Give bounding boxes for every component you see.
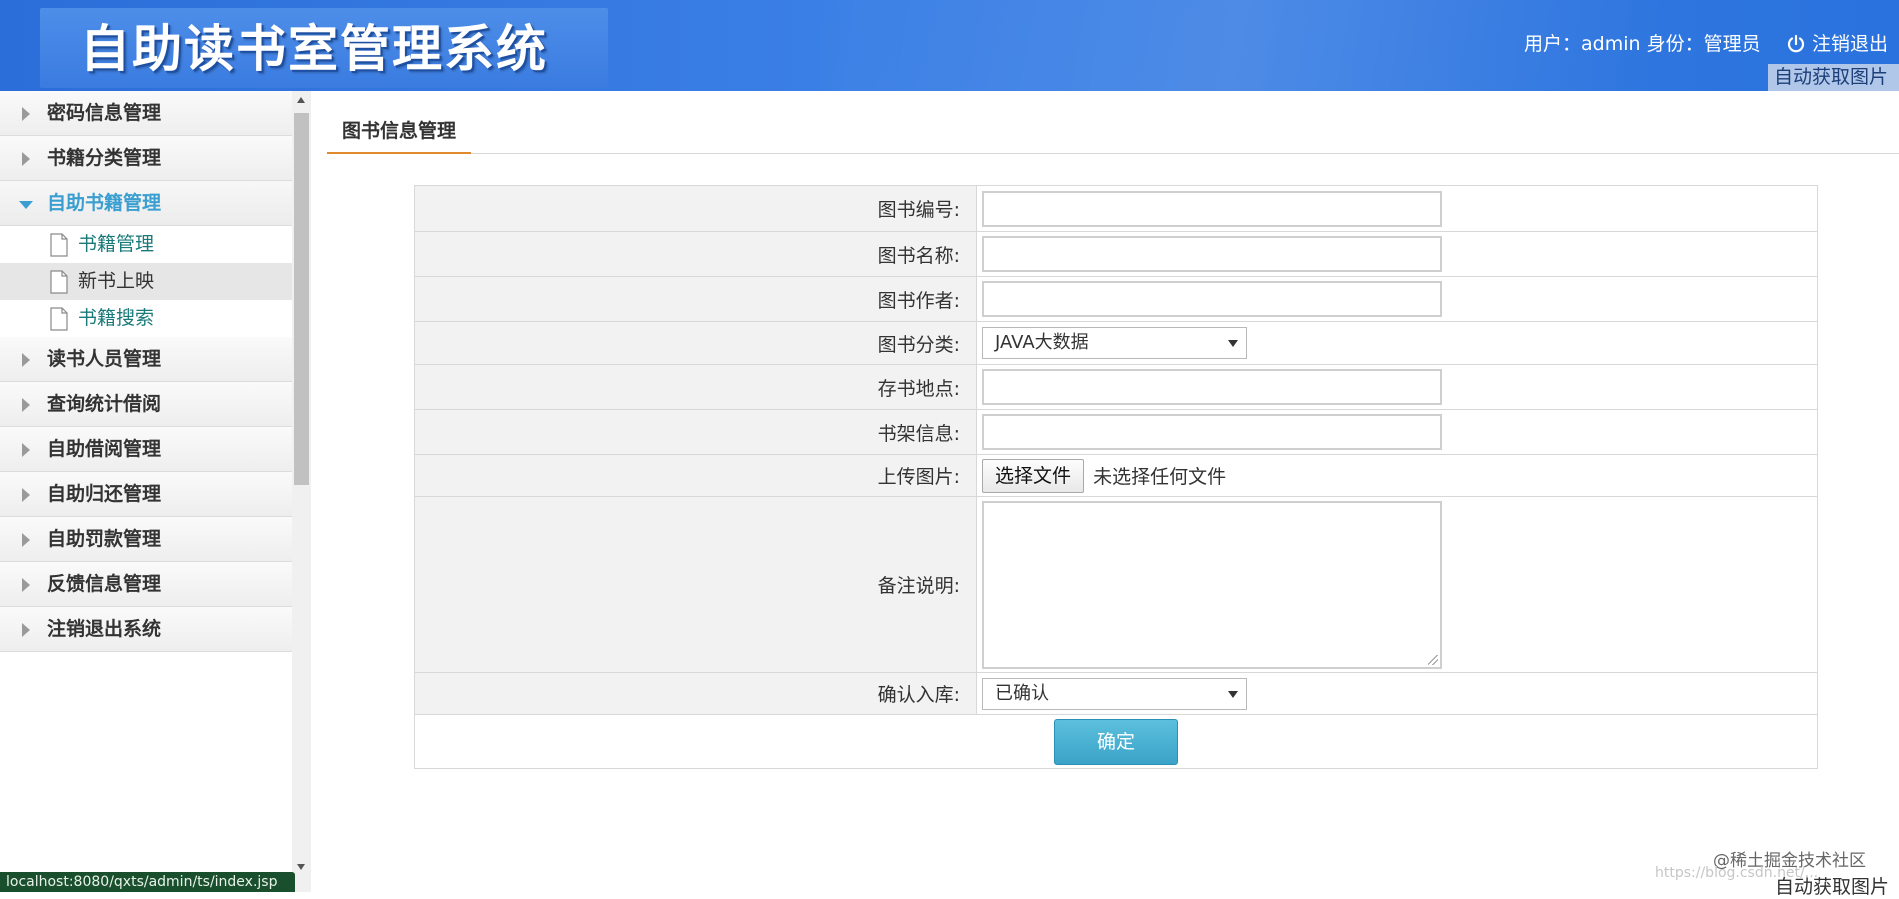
form-row-author: 图书作者: xyxy=(414,276,1818,322)
form-row-confirm: 确认入库: 已确认 xyxy=(414,672,1818,715)
sidebar-subitem-label: 书籍管理 xyxy=(78,233,155,255)
form-row-location: 存书地点: xyxy=(414,364,1818,410)
document-icon xyxy=(49,233,69,257)
sidebar-item-7[interactable]: 自助罚款管理 xyxy=(0,517,292,562)
confirm-select[interactable]: 已确认 xyxy=(982,677,1247,710)
sidebar-subitem-label: 书籍搜索 xyxy=(78,307,155,329)
sidebar-item-label: 自助罚款管理 xyxy=(47,528,162,550)
sidebar-item-3[interactable]: 读书人员管理 xyxy=(0,337,292,382)
sidebar-item-label: 注销退出系统 xyxy=(47,618,162,640)
sidebar-subitem-0[interactable]: 书籍管理 xyxy=(0,226,292,263)
sidebar-scrollbar[interactable] xyxy=(292,91,311,892)
caret-right-icon xyxy=(22,107,30,121)
sidebar-item-6[interactable]: 自助归还管理 xyxy=(0,472,292,517)
dropdown-caret-icon xyxy=(1228,340,1238,347)
form-row-category: 图书分类: JAVA大数据 xyxy=(414,321,1818,365)
submit-cell: 确定 xyxy=(414,714,1818,769)
book-name-label: 图书名称: xyxy=(414,231,977,277)
book-name-input[interactable] xyxy=(982,236,1442,272)
category-label: 图书分类: xyxy=(414,321,977,365)
remark-textarea[interactable] xyxy=(982,500,1442,669)
scroll-thumb[interactable] xyxy=(294,113,309,485)
file-status-text: 未选择任何文件 xyxy=(1093,466,1227,488)
sidebar-item-0[interactable]: 密码信息管理 xyxy=(0,91,292,136)
book-form: 图书编号: 图书名称: 图书作者: 图书分类: JAVA大数据 存书地点: 书架… xyxy=(414,185,1818,769)
sidebar-item-5[interactable]: 自助借阅管理 xyxy=(0,427,292,472)
sidebar-subitem-2[interactable]: 书籍搜索 xyxy=(0,300,292,337)
caret-right-icon xyxy=(22,488,30,502)
tab-strip: 图书信息管理 xyxy=(327,114,1899,154)
book-no-input[interactable] xyxy=(982,190,1442,227)
logout-button[interactable]: 注销退出 xyxy=(1786,30,1888,58)
sidebar-subitem-label: 新书上映 xyxy=(78,270,155,292)
caret-right-icon xyxy=(22,578,30,592)
sidebar-item-label: 自助借阅管理 xyxy=(47,438,162,460)
sidebar-item-label: 密码信息管理 xyxy=(47,102,162,124)
power-icon xyxy=(1787,34,1805,53)
sidebar-item-label: 读书人员管理 xyxy=(47,348,162,370)
status-bar-url: localhost:8080/qxts/admin/ts/index.jsp xyxy=(0,872,295,892)
submit-button[interactable]: 确定 xyxy=(1054,718,1178,765)
form-row-submit: 确定 xyxy=(414,714,1818,769)
sidebar-item-9[interactable]: 注销退出系统 xyxy=(0,607,292,652)
sidebar-item-1[interactable]: 书籍分类管理 xyxy=(0,136,292,181)
sidebar-item-4[interactable]: 查询统计借阅 xyxy=(0,382,292,427)
location-label: 存书地点: xyxy=(414,364,977,410)
sidebar-item-label: 查询统计借阅 xyxy=(47,393,162,415)
auto-fetch-image-button[interactable]: 自动获取图片 xyxy=(1768,64,1899,91)
author-input[interactable] xyxy=(982,281,1442,317)
category-selected-value: JAVA大数据 xyxy=(995,332,1089,353)
scroll-up-arrow-icon[interactable] xyxy=(297,97,305,103)
caret-right-icon xyxy=(22,152,30,166)
sidebar-item-label: 自助归还管理 xyxy=(47,483,162,505)
shelf-label: 书架信息: xyxy=(414,409,977,455)
form-row-shelf: 书架信息: xyxy=(414,409,1818,455)
book-no-label: 图书编号: xyxy=(414,185,977,232)
caret-right-icon xyxy=(22,443,30,457)
caret-right-icon xyxy=(22,353,30,367)
sidebar-item-2[interactable]: 自助书籍管理 xyxy=(0,181,292,226)
caret-right-icon xyxy=(22,398,30,412)
sidebar-item-label: 反馈信息管理 xyxy=(47,573,162,595)
confirm-label: 确认入库: xyxy=(414,672,977,715)
caret-right-icon xyxy=(22,623,30,637)
header-bar: 自助读书室管理系统 用户：admin 身份：管理员 注销退出 自动获取图片 xyxy=(0,0,1899,91)
document-icon xyxy=(49,270,69,294)
sidebar-item-label: 自助书籍管理 xyxy=(47,192,162,214)
remark-label: 备注说明: xyxy=(414,496,977,673)
shelf-input[interactable] xyxy=(982,414,1442,450)
form-row-remark: 备注说明: xyxy=(414,496,1818,673)
sidebar-subitem-1[interactable]: 新书上映 xyxy=(0,263,292,300)
sidebar-item-label: 书籍分类管理 xyxy=(47,147,162,169)
author-label: 图书作者: xyxy=(414,276,977,322)
auto-fetch-image-link-bottom[interactable]: 自动获取图片 xyxy=(1775,872,1889,899)
form-row-book-name: 图书名称: xyxy=(414,231,1818,277)
form-row-upload: 上传图片: 选择文件 未选择任何文件 xyxy=(414,454,1818,497)
logout-label: 注销退出 xyxy=(1812,33,1889,55)
dropdown-caret-icon xyxy=(1228,690,1238,698)
form-row-book-no: 图书编号: xyxy=(414,185,1818,232)
resize-grip-icon[interactable] xyxy=(1428,654,1438,665)
upload-label: 上传图片: xyxy=(414,454,977,497)
sidebar: 密码信息管理 书籍分类管理 自助书籍管理书籍管理新书上映书籍搜索读书人员管理 查询统计… xyxy=(0,91,292,892)
scroll-down-arrow-icon[interactable] xyxy=(297,864,305,870)
tab-book-info-management[interactable]: 图书信息管理 xyxy=(327,114,471,154)
caret-down-icon xyxy=(19,201,33,209)
user-info: 用户：admin 身份：管理员 xyxy=(1524,33,1761,55)
sidebar-item-8[interactable]: 反馈信息管理 xyxy=(0,562,292,607)
confirm-selected-value: 已确认 xyxy=(995,682,1049,704)
category-select[interactable]: JAVA大数据 xyxy=(982,327,1247,359)
location-input[interactable] xyxy=(982,369,1442,405)
choose-file-button[interactable]: 选择文件 xyxy=(982,458,1085,493)
sidebar-menu: 密码信息管理 书籍分类管理 自助书籍管理书籍管理新书上映书籍搜索读书人员管理 查询统计… xyxy=(0,91,292,652)
app-title: 自助读书室管理系统 xyxy=(80,20,548,78)
caret-right-icon xyxy=(22,533,30,547)
document-icon xyxy=(49,307,69,331)
